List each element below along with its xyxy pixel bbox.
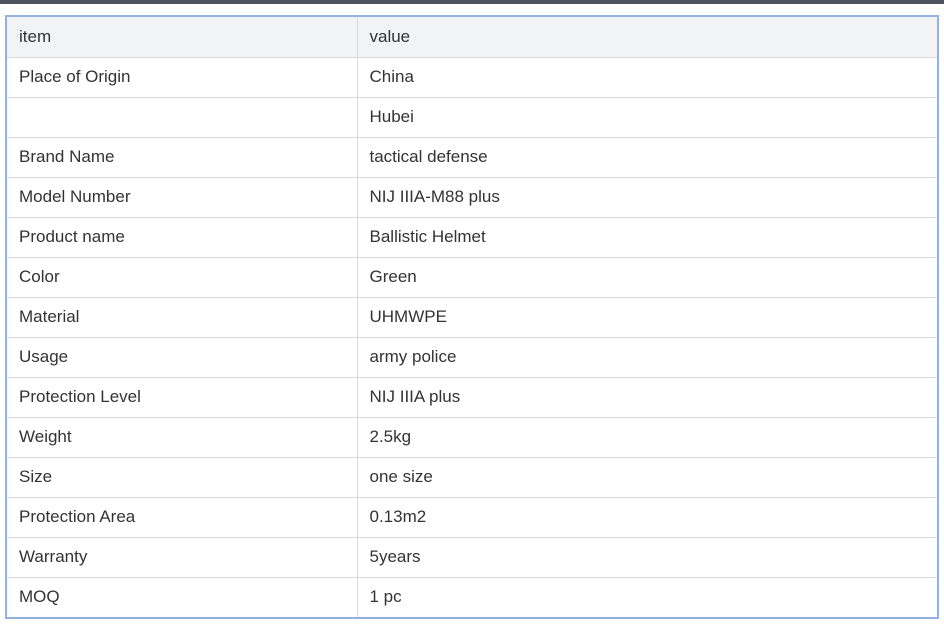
row-value: NIJ IIIA-M88 plus (356, 176, 937, 218)
table-row: Protection Level NIJ IIIA plus (7, 376, 937, 418)
row-item: Warranty (7, 536, 358, 578)
row-value: army police (356, 336, 937, 378)
row-item: MOQ (7, 576, 358, 617)
table-row: Place of Origin China (7, 56, 937, 98)
row-item: Color (7, 256, 358, 298)
table-header-row: item value (7, 17, 937, 58)
header-item: item (7, 17, 358, 58)
row-item: Weight (7, 416, 358, 458)
table-row: Protection Area 0.13m2 (7, 496, 937, 538)
row-value: 2.5kg (356, 416, 937, 458)
table-row: Weight 2.5kg (7, 416, 937, 458)
row-value: one size (356, 456, 937, 498)
table-row: Usage army police (7, 336, 937, 378)
row-value: 1 pc (356, 576, 937, 617)
row-value: Ballistic Helmet (356, 216, 937, 258)
table-row: Size one size (7, 456, 937, 498)
row-value: 0.13m2 (356, 496, 937, 538)
row-item: Product name (7, 216, 358, 258)
row-value: 5years (356, 536, 937, 578)
row-value: China (356, 56, 937, 98)
row-item: Protection Level (7, 376, 358, 418)
row-item: Size (7, 456, 358, 498)
row-value: NIJ IIIA plus (356, 376, 937, 418)
spec-table-container: item value Place of Origin China Hubei B… (5, 15, 939, 619)
row-value: tactical defense (356, 136, 937, 178)
table-row: Warranty 5years (7, 536, 937, 578)
row-item: Brand Name (7, 136, 358, 178)
row-item: Material (7, 296, 358, 338)
row-item: Model Number (7, 176, 358, 218)
row-item (7, 96, 358, 138)
row-item: Place of Origin (7, 56, 358, 98)
table-row: Product name Ballistic Helmet (7, 216, 937, 258)
row-item: Protection Area (7, 496, 358, 538)
table-row: Hubei (7, 96, 937, 138)
header-value: value (356, 17, 937, 58)
table-row: Color Green (7, 256, 937, 298)
table-row: Model Number NIJ IIIA-M88 plus (7, 176, 937, 218)
row-value: Hubei (356, 96, 937, 138)
table-row: Brand Name tactical defense (7, 136, 937, 178)
row-item: Usage (7, 336, 358, 378)
top-divider (0, 0, 944, 4)
table-row: MOQ 1 pc (7, 576, 937, 617)
spec-table: item value Place of Origin China Hubei B… (7, 17, 937, 617)
table-row: Material UHMWPE (7, 296, 937, 338)
row-value: UHMWPE (356, 296, 937, 338)
row-value: Green (356, 256, 937, 298)
